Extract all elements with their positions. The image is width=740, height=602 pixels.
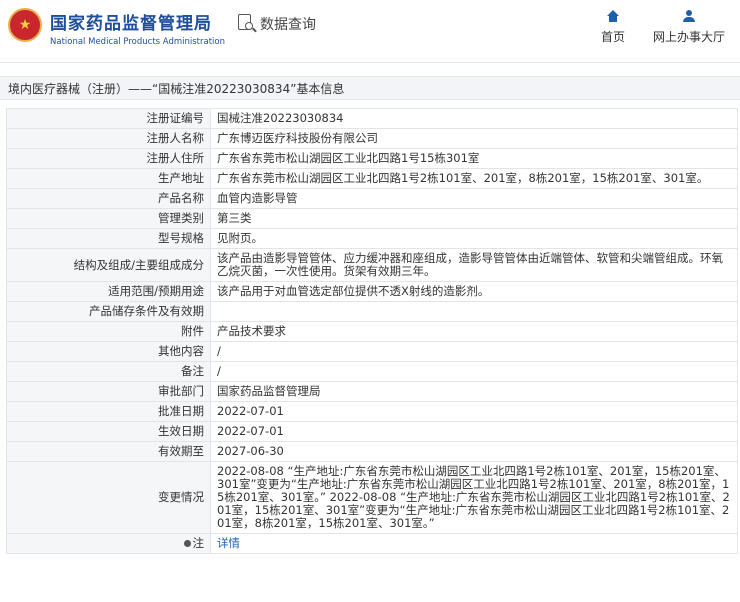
field-value: 2022-08-08 “生产地址:广东省东莞市松山湖园区工业北四路1号2栋101… (210, 461, 738, 534)
field-value: 国械注准20223030834 (210, 108, 738, 129)
field-value: / (210, 361, 738, 382)
table-row: 注册证编号 国械注准20223030834 (6, 108, 738, 129)
table-row: 审批部门 国家药品监督管理局 (6, 381, 738, 402)
table-row: 适用范围/预期用途 该产品用于对血管选定部位提供不透X射线的造影剂。 (6, 281, 738, 302)
field-label: 批准日期 (6, 401, 211, 422)
table-row: 结构及组成/主要组成成分 该产品由造影导管管体、应力缓冲器和座组成，造影导管管体由… (6, 248, 738, 282)
site-brand[interactable]: 国家药品监督管理局 National Medical Products Admi… (50, 9, 225, 47)
field-label: 注册证编号 (6, 108, 211, 129)
table-row: 生产地址 广东省东莞市松山湖园区工业北四路1号2栋101室、201室，8栋201室… (6, 168, 738, 189)
data-query-link[interactable]: 数据查询 (238, 14, 316, 34)
field-value: 该产品由造影导管管体、应力缓冲器和座组成，造影导管管体由近端管体、软管和尖端管组… (210, 248, 738, 282)
details-link[interactable]: 详情 (217, 536, 240, 550)
nav-online-hall[interactable]: 网上办事大厅 (652, 10, 726, 45)
field-label: 其他内容 (6, 341, 211, 362)
table-row: 型号规格 见附页。 (6, 228, 738, 249)
field-label: 生产地址 (6, 168, 211, 189)
table-row: 注 详情 (6, 533, 738, 554)
field-label: 适用范围/预期用途 (6, 281, 211, 302)
data-query-label: 数据查询 (260, 17, 316, 33)
user-icon (683, 10, 695, 22)
table-row: 批准日期 2022-07-01 (6, 401, 738, 422)
field-label: 备注 (6, 361, 211, 382)
field-label: 附件 (6, 321, 211, 342)
field-label: 型号规格 (6, 228, 211, 249)
note-label: 注 (192, 536, 205, 550)
field-label: 管理类别 (6, 208, 211, 229)
nav-home-label: 首页 (600, 30, 625, 44)
field-label: 注册人住所 (6, 148, 211, 169)
nav-online-hall-label: 网上办事大厅 (652, 30, 725, 44)
field-value: / (210, 341, 738, 362)
home-icon (607, 10, 619, 22)
field-label: 产品名称 (6, 188, 211, 209)
field-value (210, 301, 738, 322)
field-value: 该产品用于对血管选定部位提供不透X射线的造影剂。 (210, 281, 738, 302)
site-name: 国家药品监督管理局 (50, 14, 212, 34)
note-label-cell: 注 (6, 533, 211, 554)
field-value: 见附页。 (210, 228, 738, 249)
site-header: ★ 国家药品监督管理局 National Medical Products Ad… (0, 0, 740, 63)
table-row: 其他内容 / (6, 341, 738, 362)
emblem-logo: ★ (8, 8, 42, 42)
field-label: 生效日期 (6, 421, 211, 442)
breadcrumb-text: 境内医疗器械（注册）——“国械注准20223030834”基本信息 (8, 82, 345, 96)
table-row: 产品名称 血管内造影导管 (6, 188, 738, 209)
field-value: 国家药品监督管理局 (210, 381, 738, 402)
table-row: 备注 / (6, 361, 738, 382)
field-label: 变更情况 (6, 461, 211, 534)
field-value: 血管内造影导管 (210, 188, 738, 209)
registration-info-table: 注册证编号 国械注准20223030834 注册人名称 广东博迈医疗科技股份有限公司… (6, 108, 738, 554)
table-row: 变更情况 2022-08-08 “生产地址:广东省东莞市松山湖园区工业北四路1号2… (6, 461, 738, 534)
field-value: 产品技术要求 (210, 321, 738, 342)
field-label: 有效期至 (6, 441, 211, 462)
field-label: 结构及组成/主要组成成分 (6, 248, 211, 282)
field-value: 第三类 (210, 208, 738, 229)
table-row: 注册人名称 广东博迈医疗科技股份有限公司 (6, 128, 738, 149)
breadcrumb: 境内医疗器械（注册）——“国械注准20223030834”基本信息 (0, 76, 740, 100)
field-value: 广东省东莞市松山湖园区工业北四路1号15栋301室 (210, 148, 738, 169)
field-value: 2027-06-30 (210, 441, 738, 462)
table-row: 注册人住所 广东省东莞市松山湖园区工业北四路1号15栋301室 (6, 148, 738, 169)
note-value-cell: 详情 (210, 533, 738, 554)
field-label: 注册人名称 (6, 128, 211, 149)
table-row: 管理类别 第三类 (6, 208, 738, 229)
field-value: 广东博迈医疗科技股份有限公司 (210, 128, 738, 149)
nav-home[interactable]: 首页 (599, 10, 627, 45)
note-icon (183, 540, 191, 547)
field-value: 广东省东莞市松山湖园区工业北四路1号2栋101室、201室，8栋201室，15栋… (210, 168, 738, 189)
table-row: 有效期至 2027-06-30 (6, 441, 738, 462)
table-row: 生效日期 2022-07-01 (6, 421, 738, 442)
field-label: 产品储存条件及有效期 (6, 301, 211, 322)
search-document-icon (238, 14, 257, 34)
field-label: 审批部门 (6, 381, 211, 402)
site-name-en: National Medical Products Administration (50, 37, 225, 47)
field-value: 2022-07-01 (210, 401, 738, 422)
table-row: 附件 产品技术要求 (6, 321, 738, 342)
field-value: 2022-07-01 (210, 421, 738, 442)
table-row: 产品储存条件及有效期 (6, 301, 738, 322)
